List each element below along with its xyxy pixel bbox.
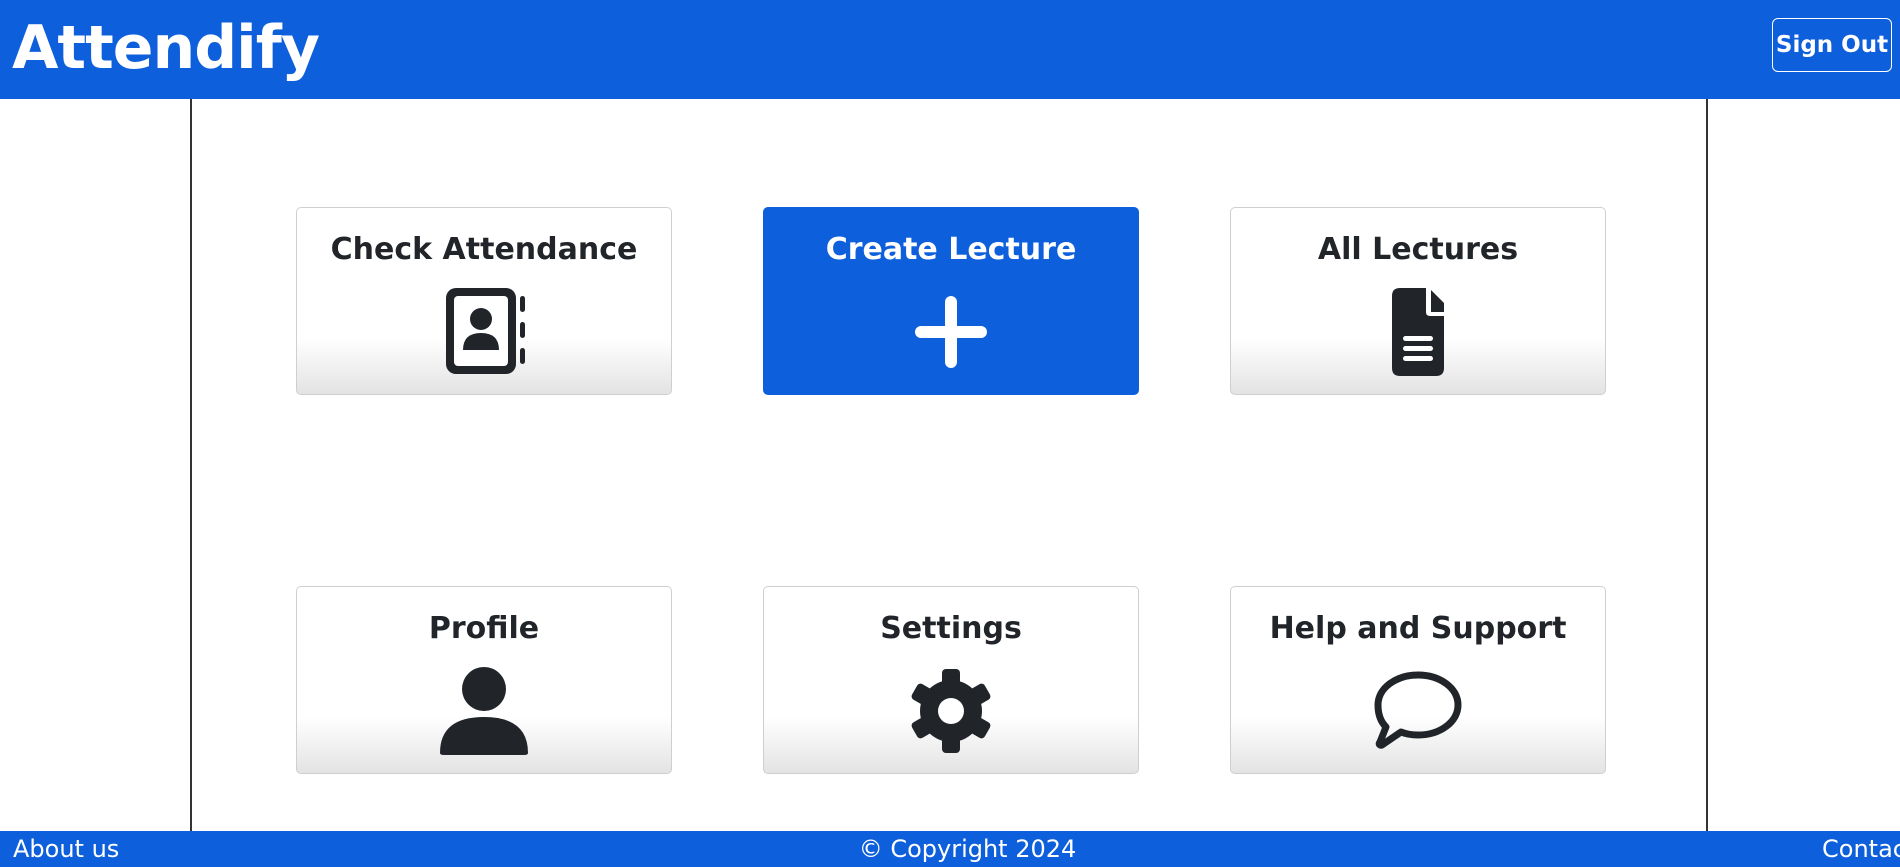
document-icon xyxy=(1372,286,1464,378)
card-title: Check Attendance xyxy=(330,232,638,267)
card-title: Help and Support xyxy=(1269,611,1567,646)
plus-icon xyxy=(905,286,997,378)
help-support-card[interactable]: Help and Support xyxy=(1230,586,1606,774)
card-title: Settings xyxy=(880,611,1022,646)
contact-link[interactable]: Contac xyxy=(1822,835,1900,863)
sign-out-button[interactable]: Sign Out xyxy=(1772,18,1892,72)
gear-icon xyxy=(905,665,997,757)
card-title: Profile xyxy=(428,611,540,646)
settings-card[interactable]: Settings xyxy=(763,586,1139,774)
create-lecture-card[interactable]: Create Lecture xyxy=(763,207,1139,395)
check-attendance-card[interactable]: Check Attendance xyxy=(296,207,672,395)
chat-bubble-icon xyxy=(1372,665,1464,757)
top-navbar: Attendify Sign Out xyxy=(0,0,1900,99)
footer-bar: About us © Copyright 2024 Contac xyxy=(0,831,1900,867)
contact-book-icon xyxy=(438,286,530,378)
card-title: All Lectures xyxy=(1317,232,1519,267)
person-icon xyxy=(438,665,530,757)
all-lectures-card[interactable]: All Lectures xyxy=(1230,207,1606,395)
card-title: Create Lecture xyxy=(825,232,1077,267)
dashboard-panel: Check Attendance Create Lecture All Lect… xyxy=(190,99,1708,831)
app-logo-title[interactable]: Attendify xyxy=(12,10,320,86)
copyright-text: © Copyright 2024 xyxy=(858,835,1077,863)
profile-card[interactable]: Profile xyxy=(296,586,672,774)
